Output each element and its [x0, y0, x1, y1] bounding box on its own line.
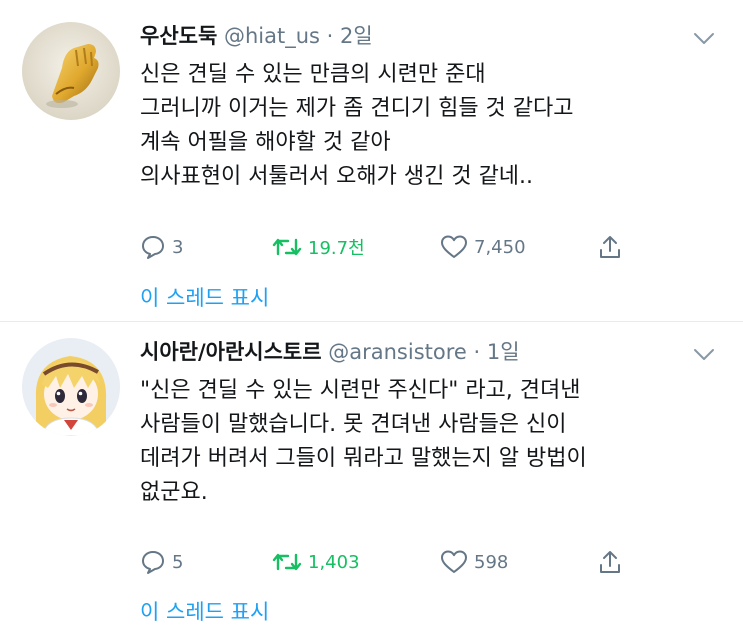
like-count: 7,450 [474, 236, 526, 258]
tweet-text: "신은 견딜 수 있는 시련만 주신다" 라고, 견뎌낸 사람들이 말했습니다.… [140, 374, 713, 510]
tweet[interactable]: 우산도둑 @hiat_us · 2일 신은 견딜 수 있는 만큼의 시련만 준대… [0, 0, 743, 322]
chevron-down-icon[interactable] [693, 348, 715, 362]
display-name[interactable]: 우산도둑 [140, 24, 217, 48]
like-count: 598 [474, 551, 509, 573]
tweet-text-line: 의사표현이 서툴러서 오해가 생긴 것 같네.. [140, 164, 534, 189]
reply-icon [142, 551, 164, 574]
retweet-button[interactable]: 19.7천 [272, 232, 365, 262]
tweet-header: 우산도둑 @hiat_us · 2일 [140, 22, 703, 50]
heart-icon [441, 235, 467, 258]
display-name[interactable]: 시아란/아란시스토르 [140, 340, 322, 364]
heart-icon [441, 550, 467, 573]
like-button[interactable]: 7,450 [440, 232, 526, 262]
user-handle[interactable]: @hiat_us [224, 24, 320, 48]
user-handle[interactable]: @aransistore [328, 340, 467, 364]
tweet-actions: 5 1,403 598 [140, 547, 620, 577]
reply-button[interactable]: 3 [140, 232, 183, 262]
anime-girl-icon [22, 338, 120, 436]
tweet-text-line: 없군요. [140, 480, 208, 505]
separator-dot: · [473, 340, 481, 364]
like-button[interactable]: 598 [440, 547, 508, 577]
retweet-button[interactable]: 1,403 [272, 547, 360, 577]
share-icon [600, 236, 620, 258]
avatar[interactable] [22, 338, 120, 436]
tweet-text-line: 계속 어필을 해야할 것 같아 [140, 130, 391, 155]
tweet-timestamp[interactable]: 1일 [487, 340, 520, 364]
retweet-icon [272, 553, 302, 571]
share-button[interactable] [598, 232, 622, 262]
tweet-actions: 3 19.7천 7,450 [140, 232, 620, 262]
golden-hand-icon [22, 22, 120, 120]
retweet-count: 19.7천 [308, 238, 365, 259]
retweet-icon [272, 238, 302, 256]
show-thread-link[interactable]: 이 스레드 표시 [140, 596, 269, 626]
reply-button[interactable]: 5 [140, 547, 183, 577]
tweet[interactable]: 시아란/아란시스토르 @aransistore · 1일 "신은 견딜 수 있는… [0, 322, 743, 629]
chevron-down-icon[interactable] [693, 32, 715, 46]
show-thread-link[interactable]: 이 스레드 표시 [140, 282, 269, 312]
retweet-count: 1,403 [308, 551, 360, 573]
tweet-text-line: "신은 견딜 수 있는 시련만 주신다" 라고, 견뎌낸 [140, 378, 581, 403]
tweet-timestamp[interactable]: 2일 [340, 24, 373, 48]
share-button[interactable] [598, 547, 622, 577]
reply-icon [142, 236, 164, 259]
tweet-text-line: 그러니까 이거는 제가 좀 견디기 힘들 것 같다고 [140, 96, 574, 121]
separator-dot: · [326, 24, 334, 48]
tweet-text-line: 신은 견딜 수 있는 만큼의 시련만 준대 [140, 62, 486, 87]
tweet-text: 신은 견딜 수 있는 만큼의 시련만 준대 그러니까 이거는 제가 좀 견디기 … [140, 58, 713, 194]
avatar[interactable] [22, 22, 120, 120]
reply-count: 3 [172, 236, 184, 258]
share-icon [600, 551, 620, 573]
tweet-text-line: 데려가 버려서 그들이 뭐라고 말했는지 알 방법이 [140, 446, 587, 471]
tweet-text-line: 사람들이 말했습니다. 못 견뎌낸 사람들은 신이 [140, 412, 567, 437]
tweet-header: 시아란/아란시스토르 @aransistore · 1일 [140, 338, 703, 366]
reply-count: 5 [172, 551, 184, 573]
